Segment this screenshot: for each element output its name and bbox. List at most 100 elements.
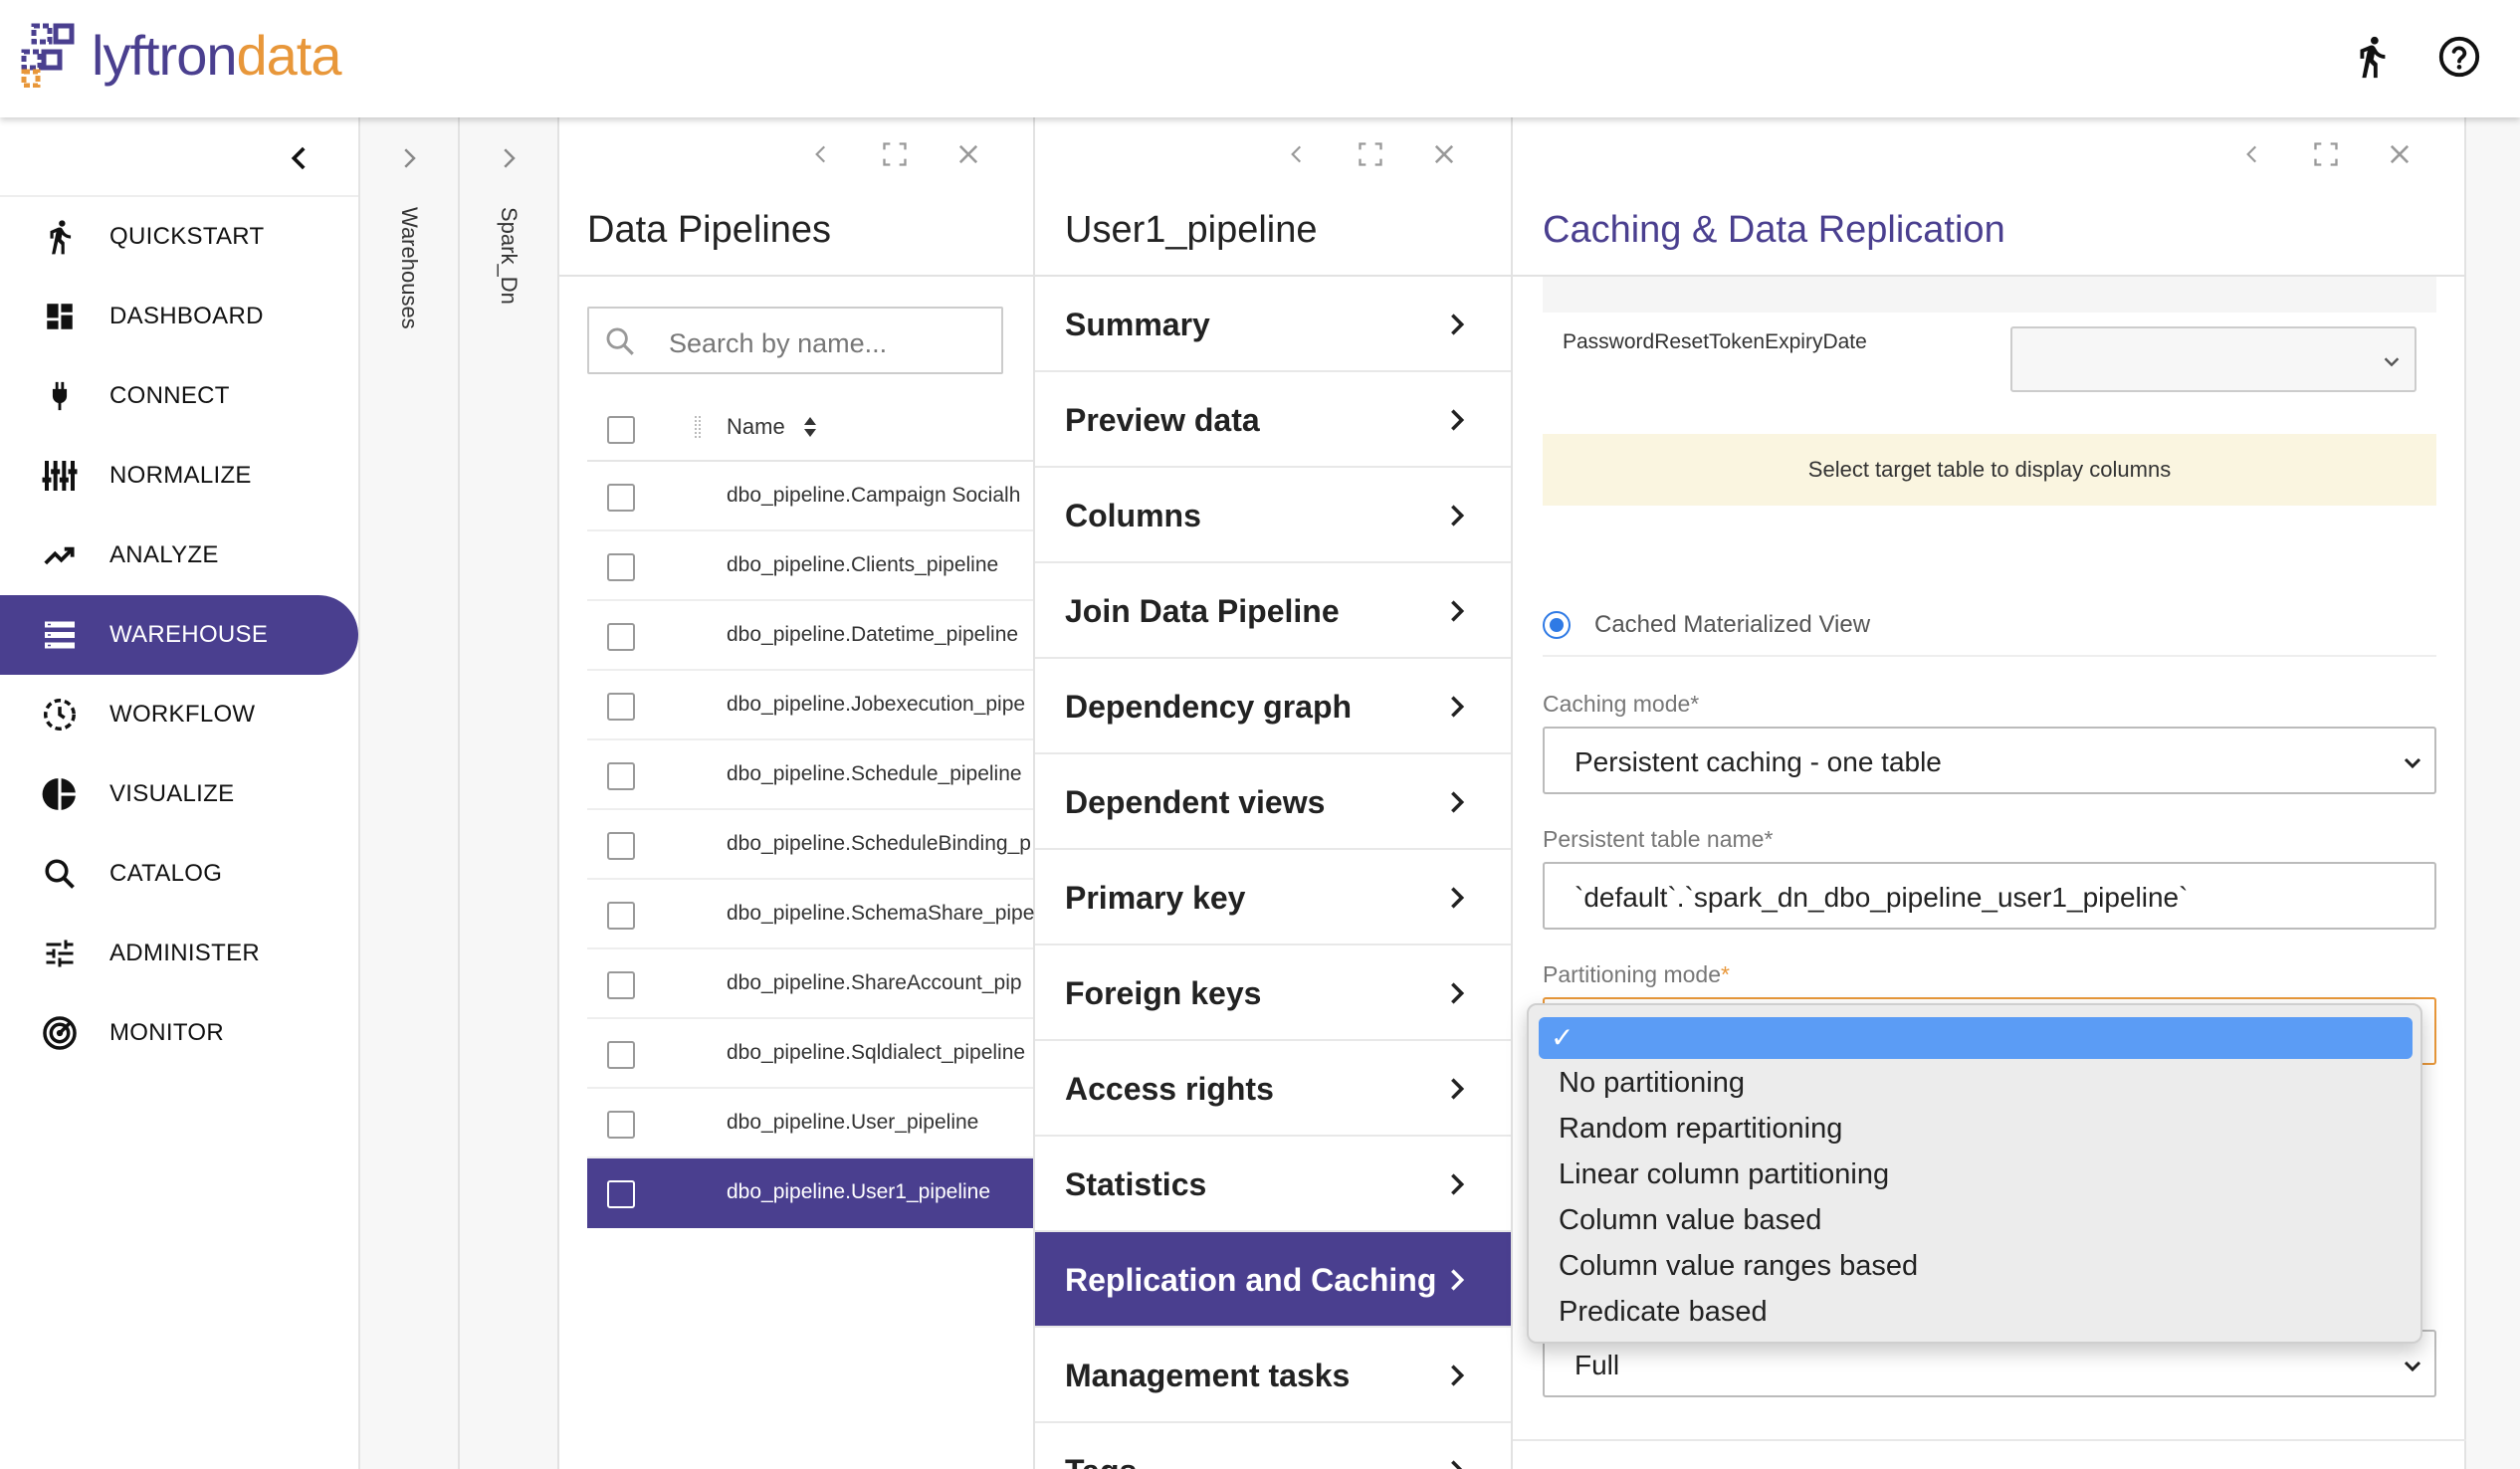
drag-handle-icon[interactable] <box>695 416 701 438</box>
running-person-icon <box>40 217 80 257</box>
menu-item-summary[interactable]: Summary <box>1035 277 1511 372</box>
dropdown-option[interactable]: No partitioning <box>1559 1067 1745 1100</box>
table-row[interactable]: dbo_pipeline.ScheduleBinding_p <box>587 810 1033 880</box>
chevron-right-icon[interactable] <box>394 143 424 173</box>
row-checkbox[interactable] <box>607 971 635 999</box>
sidebar-item-warehouse[interactable]: WAREHOUSE <box>0 595 358 675</box>
strip-label-warehouses: Warehouses <box>397 207 422 329</box>
table-row[interactable]: dbo_pipeline.Clients_pipeline <box>587 531 1033 601</box>
menu-item-label: Access rights <box>1065 1071 1274 1107</box>
spark-strip[interactable]: Spark_Dn <box>460 117 559 1469</box>
row-checkbox[interactable] <box>607 762 635 790</box>
chevron-left-icon[interactable] <box>1282 139 1312 169</box>
dropdown-option-selected[interactable]: ✓ <box>1539 1017 2413 1059</box>
menu-item-join-data-pipeline[interactable]: Join Data Pipeline <box>1035 563 1511 659</box>
trending-up-icon <box>40 535 80 575</box>
menu-item-statistics[interactable]: Statistics <box>1035 1137 1511 1232</box>
menu-item-dependency-graph[interactable]: Dependency graph <box>1035 659 1511 754</box>
dropdown-option[interactable]: Column value based <box>1559 1204 1821 1237</box>
cached-materialized-radio[interactable] <box>1543 611 1571 639</box>
row-name: dbo_pipeline.User_pipeline <box>727 1111 979 1134</box>
caching-mode-select[interactable]: Persistent caching - one table <box>1543 727 2436 794</box>
close-icon[interactable] <box>1429 139 1459 169</box>
sidebar-item-visualize[interactable]: VISUALIZE <box>0 754 358 834</box>
sidebar-item-normalize[interactable]: NORMALIZE <box>0 436 358 516</box>
chevron-right-icon <box>1451 1269 1465 1291</box>
menu-item-management-tasks[interactable]: Management tasks <box>1035 1328 1511 1423</box>
sort-icon[interactable] <box>800 414 820 440</box>
sidebar-item-label: CONNECT <box>109 382 230 409</box>
sidebar-item-analyze[interactable]: ANALYZE <box>0 516 358 595</box>
menu-item-label: Dependent views <box>1065 784 1326 820</box>
chevron-right-icon[interactable] <box>494 143 524 173</box>
row-checkbox[interactable] <box>607 902 635 930</box>
menu-item-label: Preview data <box>1065 402 1260 438</box>
chevron-left-icon[interactable] <box>2237 139 2267 169</box>
row-checkbox[interactable] <box>607 484 635 512</box>
menu-item-foreign-keys[interactable]: Foreign keys <box>1035 945 1511 1041</box>
menu-item-primary-key[interactable]: Primary key <box>1035 850 1511 945</box>
menu-item-tags[interactable]: Tags <box>1035 1423 1511 1469</box>
menu-item-label: Statistics <box>1065 1166 1207 1202</box>
select-all-checkbox[interactable] <box>607 416 635 444</box>
sidebar-item-catalog[interactable]: CATALOG <box>0 834 358 914</box>
table-row[interactable]: dbo_pipeline.Jobexecution_pipe <box>587 671 1033 740</box>
row-checkbox[interactable] <box>607 1111 635 1139</box>
sidebar: QUICKSTART DASHBOARD CONNECT NORMALIZE A… <box>0 117 360 1469</box>
row-checkbox[interactable] <box>607 553 635 581</box>
search-input[interactable]: Search by name... <box>587 307 1003 374</box>
close-icon[interactable] <box>953 139 983 169</box>
dropdown-option[interactable]: Random repartitioning <box>1559 1113 1842 1146</box>
row-checkbox[interactable] <box>607 623 635 651</box>
fullscreen-icon[interactable] <box>1356 139 1385 169</box>
sidebar-item-monitor[interactable]: MONITOR <box>0 993 358 1073</box>
menu-item-access-rights[interactable]: Access rights <box>1035 1041 1511 1137</box>
row-checkbox[interactable] <box>607 832 635 860</box>
row-name: dbo_pipeline.ScheduleBinding_p <box>727 832 1031 855</box>
sliders-icon <box>40 456 80 496</box>
table-row[interactable]: dbo_pipeline.Datetime_pipeline <box>587 601 1033 671</box>
help-circle-icon[interactable] <box>2436 34 2482 80</box>
sidebar-item-workflow[interactable]: WORKFLOW <box>0 675 358 754</box>
sidebar-item-dashboard[interactable]: DASHBOARD <box>0 277 358 356</box>
table-row[interactable]: dbo_pipeline.Schedule_pipeline <box>587 740 1033 810</box>
table-row[interactable]: dbo_pipeline.SchemaShare_pipe <box>587 880 1034 949</box>
chevron-down-icon <box>2384 357 2400 367</box>
table-row[interactable]: dbo_pipeline.User_pipeline <box>587 1089 1033 1158</box>
sidebar-item-label: WAREHOUSE <box>109 621 269 648</box>
column-target-select[interactable] <box>2010 326 2416 392</box>
sidebar-item-administer[interactable]: ADMINISTER <box>0 914 358 993</box>
sidebar-item-quickstart[interactable]: QUICKSTART <box>0 197 358 277</box>
fullscreen-icon[interactable] <box>2311 139 2341 169</box>
row-checkbox[interactable] <box>607 1180 635 1208</box>
menu-item-dependent-views[interactable]: Dependent views <box>1035 754 1511 850</box>
row-checkbox[interactable] <box>607 1041 635 1069</box>
dropdown-option[interactable]: Column value ranges based <box>1559 1250 1918 1283</box>
table-row-selected[interactable]: dbo_pipeline.User1_pipeline <box>587 1158 1033 1228</box>
caching-mode-value: Persistent caching - one table <box>1575 746 1942 777</box>
logo-text-1: lyftron <box>92 23 237 87</box>
sidebar-item-connect[interactable]: CONNECT <box>0 356 358 436</box>
warehouses-strip[interactable]: Warehouses <box>360 117 460 1469</box>
menu-item-columns[interactable]: Columns <box>1035 468 1511 563</box>
search-icon <box>603 324 637 358</box>
dropdown-option[interactable]: Predicate based <box>1559 1296 1768 1329</box>
row-checkbox[interactable] <box>607 693 635 721</box>
logo[interactable]: lyftron data <box>20 20 342 90</box>
chevron-right-icon <box>1451 409 1465 431</box>
running-person-icon[interactable] <box>2349 34 2395 80</box>
menu-item-replication-caching[interactable]: Replication and Caching <box>1035 1232 1511 1328</box>
table-row[interactable]: dbo_pipeline.Sqldialect_pipeline <box>587 1019 1033 1089</box>
fullscreen-icon[interactable] <box>880 139 910 169</box>
column-header-name[interactable]: Name <box>727 414 785 440</box>
table-row[interactable]: dbo_pipeline.ShareAccount_pip <box>587 949 1033 1019</box>
persistent-table-input[interactable]: `default`.`spark_dn_dbo_pipeline_user1_p… <box>1543 862 2436 930</box>
chevron-right-icon <box>1451 696 1465 718</box>
chevron-left-icon[interactable] <box>283 141 316 175</box>
dropdown-option[interactable]: Linear column partitioning <box>1559 1158 1889 1191</box>
menu-item-label: Replication and Caching <box>1065 1262 1437 1298</box>
chevron-left-icon[interactable] <box>806 139 836 169</box>
close-icon[interactable] <box>2385 139 2415 169</box>
menu-item-preview-data[interactable]: Preview data <box>1035 372 1511 468</box>
table-row[interactable]: dbo_pipeline.Campaign Socialh <box>587 462 1033 531</box>
